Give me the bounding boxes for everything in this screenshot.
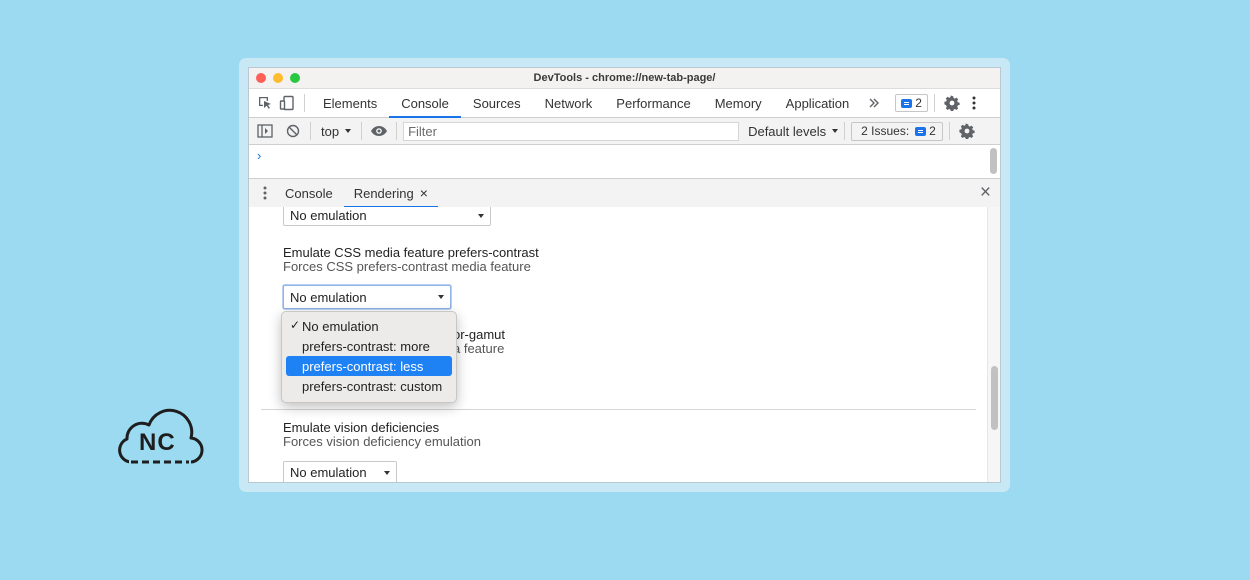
device-toolbar-icon[interactable] (276, 92, 298, 114)
separator (933, 94, 935, 112)
tab-application[interactable]: Application (774, 89, 862, 117)
section-divider (261, 409, 976, 410)
tab-label: Network (544, 95, 593, 111)
option-label: prefers-contrast: custom (302, 378, 443, 394)
separator (948, 122, 950, 140)
issues-button[interactable]: 2 Issues: 2 (851, 121, 943, 141)
rendering-panel: No emulation Emulate CSS media feature p… (249, 207, 1000, 482)
vision-deficiency-select[interactable]: No emulation (283, 461, 397, 482)
log-levels-dropdown[interactable]: Default levels (748, 123, 839, 139)
issue-icon (915, 126, 927, 136)
close-tab-icon[interactable]: × (420, 185, 428, 201)
tab-performance[interactable]: Performance (604, 89, 702, 117)
title-bar: DevTools - chrome://new-tab-page/ (249, 68, 1000, 89)
top-emulation-select[interactable]: No emulation (283, 207, 491, 226)
messages-badge[interactable]: 2 (895, 94, 928, 112)
main-tab-bar: Elements Console Sources Network Perform… (249, 89, 1000, 118)
console-toolbar: top Filter Default levels 2 Issues: 2 (249, 118, 1000, 145)
log-levels-label: Default levels (748, 123, 827, 139)
prefers-contrast-dropdown-menu: ✓ No emulation prefers-contrast: more pr… (281, 311, 457, 403)
close-window-button[interactable] (256, 73, 266, 83)
close-drawer-icon[interactable]: × (980, 182, 991, 204)
nc-cloud-logo: NC (113, 405, 205, 467)
caret-down-icon (832, 129, 839, 133)
option-label: prefers-contrast: more (302, 338, 430, 354)
messages-count: 2 (915, 96, 922, 110)
option-label: No emulation (302, 318, 379, 334)
tab-label: Console (401, 95, 449, 111)
clear-console-icon[interactable] (282, 120, 304, 142)
tab-label: Sources (472, 95, 521, 111)
dropdown-option-custom[interactable]: prefers-contrast: custom (286, 376, 452, 396)
tab-network[interactable]: Network (533, 89, 605, 117)
separator (304, 94, 305, 112)
drawer-tab-rendering[interactable]: Rendering × (343, 179, 439, 208)
sidebar-toggle-icon[interactable] (254, 120, 276, 142)
separator (396, 122, 398, 140)
tab-label: Console (285, 185, 333, 201)
tab-label: Performance (616, 95, 691, 111)
separator (310, 122, 311, 140)
window-title: DevTools - chrome://new-tab-page/ (533, 72, 716, 84)
dropdown-option-more[interactable]: prefers-contrast: more (286, 336, 452, 356)
tab-sources[interactable]: Sources (461, 89, 533, 117)
caret-down-icon (384, 470, 390, 475)
context-label: top (321, 123, 340, 139)
prefers-contrast-select[interactable]: No emulation (283, 285, 451, 309)
tab-label: Application (785, 95, 850, 111)
traffic-lights (256, 73, 300, 83)
tab-label: Elements (323, 95, 378, 111)
dropdown-option-less[interactable]: prefers-contrast: less (286, 356, 452, 376)
issues-count: 2 (929, 124, 936, 138)
vision-title: Emulate vision deficiencies (283, 420, 440, 435)
dropdown-option-no-emulation[interactable]: ✓ No emulation (286, 316, 452, 336)
option-label: prefers-contrast: less (302, 358, 424, 374)
devtools-window: DevTools - chrome://new-tab-page/ Elemen… (249, 68, 1000, 482)
select-value: No emulation (290, 289, 367, 305)
inspect-element-icon[interactable] (254, 92, 276, 114)
drawer-menu-icon[interactable] (254, 182, 276, 204)
tab-elements[interactable]: Elements (311, 89, 389, 117)
logo-text: NC (139, 429, 176, 456)
context-selector[interactable]: top (317, 124, 355, 139)
drawer-tab-bar: Console Rendering × × (249, 178, 1000, 208)
select-value: No emulation (290, 208, 367, 223)
caret-down-icon (478, 213, 484, 218)
separator (361, 122, 363, 140)
contrast-title: Emulate CSS media feature prefers-contra… (283, 245, 539, 260)
contrast-subtitle: Forces CSS prefers-contrast media featur… (283, 259, 531, 274)
rendering-scrollbar[interactable] (987, 207, 1000, 482)
issues-label: 2 Issues: (861, 124, 910, 138)
caret-down-icon (438, 295, 444, 299)
filter-placeholder: Filter (408, 123, 437, 139)
checkmark-icon: ✓ (290, 318, 301, 332)
color-gamut-title-fragment: or-gamut (453, 327, 506, 342)
tab-label: Memory (714, 95, 762, 111)
caret-down-icon (345, 129, 352, 133)
message-icon (901, 98, 913, 108)
vision-subtitle: Forces vision deficiency emulation (283, 434, 481, 449)
drawer-tab-console[interactable]: Console (276, 179, 344, 207)
eye-icon[interactable] (368, 120, 390, 142)
console-settings-gear-icon[interactable] (956, 120, 978, 142)
console-prompt: › (257, 148, 262, 163)
tab-label: Rendering (353, 185, 414, 201)
console-input-area[interactable]: › (249, 145, 1000, 177)
gear-icon[interactable] (941, 92, 963, 114)
scrollbar-thumb[interactable] (991, 366, 998, 430)
color-gamut-subtitle-fragment: a feature (453, 341, 505, 356)
select-value: No emulation (290, 465, 367, 480)
tab-memory[interactable]: Memory (703, 89, 774, 117)
zoom-window-button[interactable] (290, 73, 300, 83)
separator (844, 122, 846, 140)
console-scrollbar[interactable] (990, 148, 997, 174)
minimize-window-button[interactable] (273, 73, 283, 83)
filter-input[interactable]: Filter (403, 121, 740, 141)
kebab-menu-icon[interactable] (963, 92, 985, 114)
tab-console[interactable]: Console (389, 89, 461, 118)
chevron-double-right-icon[interactable] (863, 92, 885, 114)
